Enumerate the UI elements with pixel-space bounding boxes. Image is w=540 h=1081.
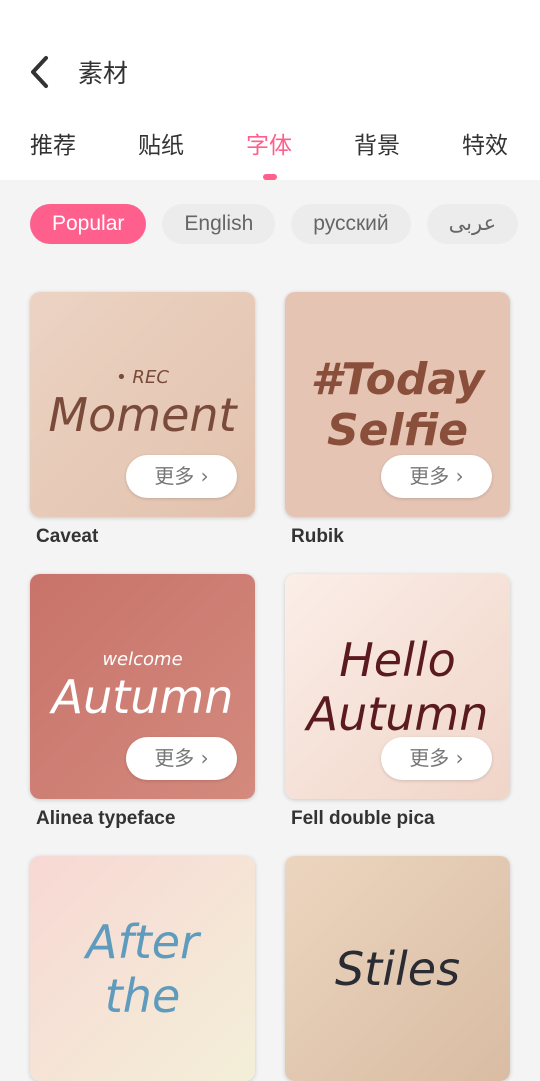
preview-text: Moment bbox=[48, 388, 237, 442]
chip-english[interactable]: English bbox=[162, 204, 276, 244]
font-name: Fell double pica bbox=[291, 808, 435, 829]
font-name: Caveat bbox=[36, 526, 99, 547]
font-card[interactable]: Stiles bbox=[285, 856, 510, 1081]
chip-arabic[interactable]: عربى bbox=[426, 204, 519, 244]
preview-subtext: • REC bbox=[116, 367, 169, 388]
page-title: 素材 bbox=[78, 59, 129, 88]
preview-subtext: welcome bbox=[102, 649, 183, 670]
font-preview-image: After the bbox=[30, 856, 255, 1081]
more-button[interactable]: 更多 › bbox=[126, 455, 237, 498]
font-name: Rubik bbox=[291, 526, 344, 547]
font-card[interactable]: welcome Autumn 更多 › bbox=[30, 574, 255, 799]
preview-subtext: Selfie bbox=[326, 404, 469, 456]
preview-text: Autumn bbox=[51, 670, 234, 724]
font-preview-image: Stiles bbox=[285, 856, 510, 1081]
tab-recommended[interactable]: 推荐 bbox=[30, 126, 76, 160]
active-tab-indicator bbox=[263, 174, 277, 180]
preview-text: #Today bbox=[310, 353, 485, 405]
font-card[interactable]: • REC Moment 更多 › bbox=[30, 292, 255, 517]
preview-text: Hello bbox=[339, 632, 456, 687]
font-card[interactable]: #Today Selfie 更多 › bbox=[285, 292, 510, 517]
more-button[interactable]: 更多 › bbox=[381, 455, 492, 498]
more-button[interactable]: 更多 › bbox=[126, 737, 237, 780]
font-name: Alinea typeface bbox=[36, 808, 176, 829]
tab-backgrounds[interactable]: 背景 bbox=[354, 126, 400, 160]
preview-text: After bbox=[86, 914, 199, 969]
chip-popular[interactable]: Popular bbox=[30, 204, 147, 244]
font-card[interactable]: After the bbox=[30, 856, 255, 1081]
tab-stickers[interactable]: 贴纸 bbox=[138, 126, 184, 160]
language-filter: Popular English русский عربى bbox=[30, 204, 519, 244]
tab-fonts[interactable]: 字体 bbox=[246, 126, 292, 160]
more-button[interactable]: 更多 › bbox=[381, 737, 492, 780]
chip-russian[interactable]: русский bbox=[291, 204, 411, 244]
tab-effects[interactable]: 特效 bbox=[462, 126, 508, 160]
font-card[interactable]: Hello Autumn 更多 › bbox=[285, 574, 510, 799]
preview-subtext: the bbox=[104, 968, 181, 1023]
preview-text: Stiles bbox=[334, 941, 461, 996]
top-bar: 素材 推荐 贴纸 字体 背景 特效 bbox=[0, 0, 540, 180]
back-arrow-icon[interactable] bbox=[22, 52, 62, 92]
preview-subtext: Autumn bbox=[306, 686, 489, 741]
